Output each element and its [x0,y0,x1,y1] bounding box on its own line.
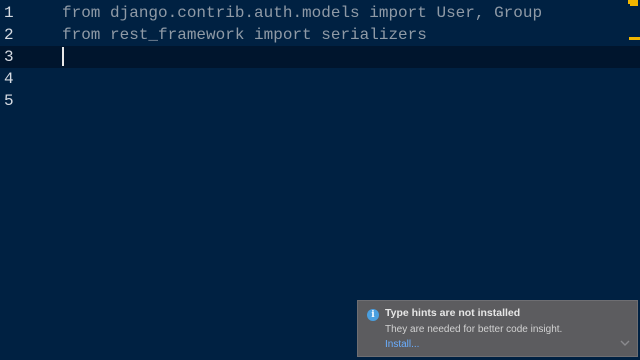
chevron-down-icon[interactable] [618,336,632,350]
editor-line[interactable]: 4 [0,68,640,90]
code-text[interactable]: from rest_framework import serializers [62,24,427,46]
editor-line[interactable]: 5 [0,90,640,112]
notification-balloon[interactable]: i Type hints are not installed They are … [357,300,638,357]
editor-line-current[interactable]: 3 [0,46,640,68]
line-number: 3 [4,48,14,66]
install-link[interactable]: Install... [385,339,419,350]
error-stripe-marker[interactable] [630,3,638,6]
line-number: 5 [4,92,14,110]
line-number: 4 [4,70,14,88]
editor-line[interactable]: 2 from rest_framework import serializers [0,24,640,46]
notification-title: Type hints are not installed [385,307,521,319]
code-editor[interactable]: 1 from django.contrib.auth.models import… [0,0,640,360]
text-caret [62,47,64,66]
line-number: 2 [4,26,14,44]
notification-body: They are needed for better code insight. [385,324,563,335]
info-icon: i [367,309,379,321]
error-stripe-marker[interactable] [629,37,640,40]
code-text[interactable]: from django.contrib.auth.models import U… [62,2,542,24]
line-number: 1 [4,4,14,22]
editor-line[interactable]: 1 from django.contrib.auth.models import… [0,2,640,24]
